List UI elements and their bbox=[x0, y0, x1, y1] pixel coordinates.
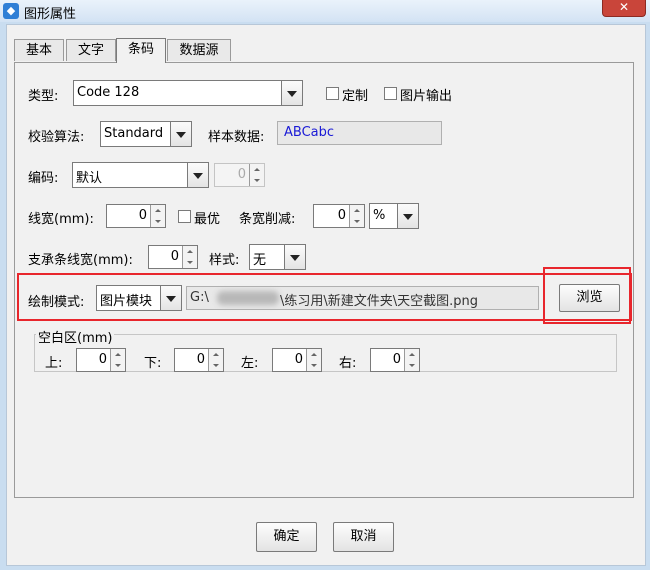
spin-down-icon[interactable] bbox=[404, 360, 419, 371]
spin-down-icon[interactable] bbox=[182, 257, 197, 268]
custom-checkbox[interactable] bbox=[326, 87, 339, 100]
type-label: 类型: bbox=[28, 89, 59, 104]
quiet-top-value: 0 bbox=[98, 352, 107, 367]
quiet-right-value: 0 bbox=[392, 352, 401, 367]
support-bar-spinner[interactable]: 0 bbox=[148, 245, 198, 269]
spin-down-icon[interactable] bbox=[306, 360, 321, 371]
quiet-zone-title: 空白区(mm) bbox=[36, 327, 115, 346]
quiet-top-label: 上: bbox=[45, 356, 63, 371]
line-width-label: 线宽(mm): bbox=[28, 212, 94, 227]
encoding-select-value: 默认 bbox=[76, 171, 103, 186]
support-bar-label: 支承条线宽(mm): bbox=[28, 253, 133, 268]
spin-down-icon[interactable] bbox=[208, 360, 223, 371]
quiet-bottom-spinner[interactable]: 0 bbox=[174, 348, 224, 372]
cancel-button[interactable]: 取消 bbox=[333, 522, 394, 552]
spin-down-icon[interactable] bbox=[349, 216, 364, 227]
bar-reduce-spinner[interactable]: 0 bbox=[313, 204, 365, 228]
ok-button[interactable]: 确定 bbox=[256, 522, 317, 552]
sample-data-value: ABCabc bbox=[284, 125, 335, 140]
spin-down-icon[interactable] bbox=[249, 175, 264, 186]
sample-data-field[interactable]: ABCabc bbox=[277, 121, 442, 145]
quiet-right-label: 右: bbox=[339, 356, 357, 371]
checksum-select-value: Standard bbox=[104, 126, 164, 141]
custom-label: 定制 bbox=[342, 89, 369, 104]
type-select-value: Code 128 bbox=[77, 85, 140, 100]
tab-text[interactable]: 文字 bbox=[66, 39, 116, 61]
bar-reduce-label: 条宽削减: bbox=[239, 212, 296, 227]
app-icon: ◆ bbox=[3, 3, 19, 19]
window-title: 图形属性 bbox=[24, 7, 77, 22]
title-bar: ◆ 图形属性 ✕ bbox=[0, 0, 650, 22]
bar-reduce-value: 0 bbox=[337, 208, 346, 223]
quiet-right-spinner[interactable]: 0 bbox=[370, 348, 420, 372]
image-output-label: 图片输出 bbox=[400, 89, 453, 104]
chevron-down-icon[interactable] bbox=[187, 163, 208, 187]
sample-data-label: 样本数据: bbox=[208, 130, 265, 145]
quiet-bottom-value: 0 bbox=[196, 352, 205, 367]
style-select-value: 无 bbox=[253, 253, 267, 268]
image-output-checkbox[interactable] bbox=[384, 87, 397, 100]
tab-basic[interactable]: 基本 bbox=[14, 39, 64, 61]
encoding-number-value: 0 bbox=[237, 167, 246, 182]
chevron-down-icon[interactable] bbox=[397, 204, 418, 228]
quiet-bottom-label: 下: bbox=[144, 356, 162, 371]
checksum-select[interactable]: Standard bbox=[100, 121, 192, 147]
optimal-checkbox[interactable] bbox=[178, 210, 191, 223]
encoding-label: 编码: bbox=[28, 171, 59, 186]
style-label: 样式: bbox=[209, 253, 240, 268]
highlight-box-browse bbox=[543, 267, 631, 324]
tab-barcode[interactable]: 条码 bbox=[116, 38, 166, 63]
line-width-value: 0 bbox=[138, 208, 147, 223]
chevron-down-icon[interactable] bbox=[170, 122, 191, 146]
bar-reduce-unit-select[interactable]: % bbox=[369, 203, 419, 229]
support-bar-value: 0 bbox=[170, 249, 179, 264]
tab-datasource[interactable]: 数据源 bbox=[167, 39, 231, 61]
spin-down-icon[interactable] bbox=[150, 216, 165, 227]
quiet-top-spinner[interactable]: 0 bbox=[76, 348, 126, 372]
encoding-number-spinner[interactable]: 0 bbox=[214, 163, 265, 187]
chevron-down-icon[interactable] bbox=[281, 81, 302, 105]
optimal-label: 最优 bbox=[194, 212, 221, 227]
line-width-spinner[interactable]: 0 bbox=[106, 204, 166, 228]
highlight-box-draw-mode bbox=[17, 273, 632, 321]
checksum-label: 校验算法: bbox=[28, 130, 85, 145]
encoding-select[interactable]: 默认 bbox=[72, 162, 209, 188]
quiet-left-spinner[interactable]: 0 bbox=[272, 348, 322, 372]
type-select[interactable]: Code 128 bbox=[73, 80, 303, 106]
close-button[interactable]: ✕ bbox=[602, 0, 646, 17]
quiet-left-value: 0 bbox=[294, 352, 303, 367]
quiet-left-label: 左: bbox=[241, 356, 259, 371]
style-select[interactable]: 无 bbox=[249, 244, 306, 270]
chevron-down-icon[interactable] bbox=[284, 245, 305, 269]
bar-reduce-unit-value: % bbox=[373, 208, 386, 223]
spin-down-icon[interactable] bbox=[110, 360, 125, 371]
